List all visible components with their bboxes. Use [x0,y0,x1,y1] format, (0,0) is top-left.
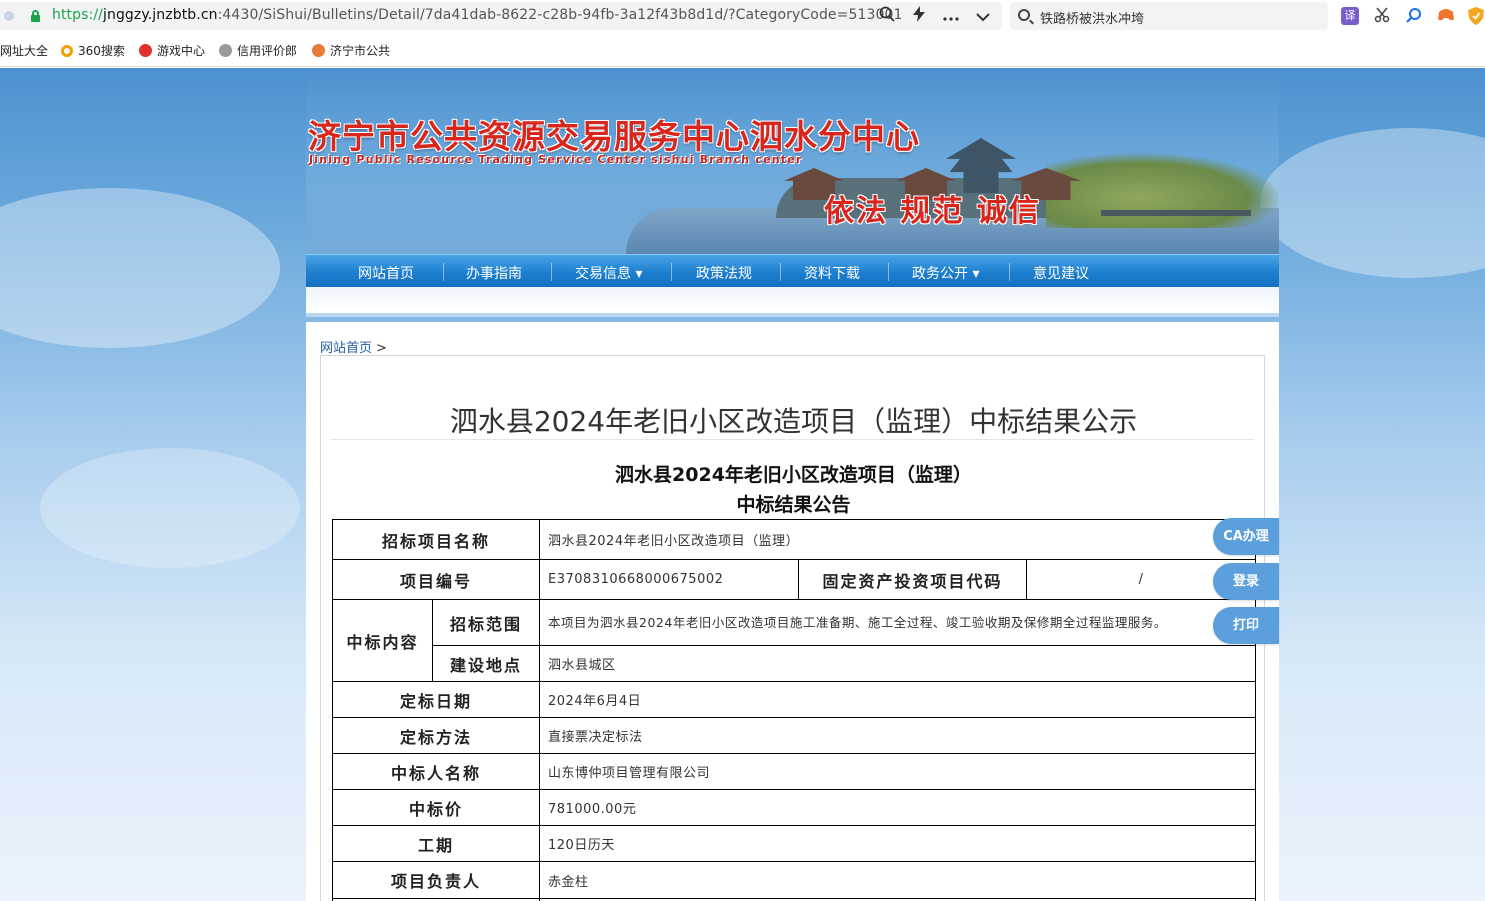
breadcrumb-separator: > [376,341,387,356]
manager-value: 赤金柱 [539,861,1257,899]
bookmark-item[interactable]: 游戏中心 [139,42,205,59]
lock-icon[interactable] [31,10,40,22]
project-name-value: 泗水县2024年老旧小区改造项目（监理） [539,519,1257,560]
address-bar[interactable]: https://jnggzy.jnzbtb.cn:4430/SiShui/Bul… [0,2,1002,30]
table-row: 中标人名称 山东博仲项目管理有限公司 [331,753,1257,790]
project-name-label: 招标项目名称 [331,519,541,560]
login-button[interactable]: 登录 [1213,563,1279,600]
bookmark-item[interactable]: 网址大全 [0,42,48,59]
project-no-label: 项目编号 [331,559,541,600]
chevron-down-icon[interactable] [972,6,994,28]
site-banner: 济宁市公共资源交易服务中心泗水分中心 Jining Public Resourc… [306,68,1279,254]
trees-graphic [1046,153,1279,228]
globe-icon [219,44,232,57]
search-text: 铁路桥被洪水冲垮 [1040,12,1145,27]
page-info-icon[interactable] [4,11,14,21]
table-row: 招标项目名称 泗水县2024年老旧小区改造项目（监理） [331,519,1257,560]
article-frame: 泗水县2024年老旧小区改造项目（监理）中标结果公示 泗水县2024年老旧小区改… [320,355,1265,901]
scope-value: 本项目为泗水县2024年老旧小区改造项目施工准备期、施工全过程、竣工验收期及保修… [539,599,1257,646]
project-no-value: E3708310668000675002 [539,559,800,600]
table-row: 项目编号 E3708310668000675002 固定资产投资项目代码 / [331,559,1257,600]
winner-label: 中标人名称 [331,753,541,790]
browser-toolbar: https://jnggzy.jnzbtb.cn:4430/SiShui/Bul… [0,0,1485,33]
zoom-search-icon[interactable] [876,6,898,28]
page-title: 泗水县2024年老旧小区改造项目（监理）中标结果公示 [449,405,1138,438]
sub-nav-bar [306,287,1279,317]
game-center-icon [139,44,152,57]
winner-value: 山东博仲项目管理有限公司 [539,753,1257,790]
notice-heading-line1: 泗水县2024年老旧小区改造项目（监理） [615,464,972,486]
table-row: 建设地点 泗水县城区 [333,645,1257,682]
table-row: 工期 120日历天 [331,825,1257,862]
period-value: 120日历天 [539,825,1257,862]
background-cloud [1260,128,1485,278]
site-subtitle: Jining Public Resource Trading Service C… [309,153,803,166]
site-label: 建设地点 [431,645,541,682]
fixed-asset-label: 固定资产投资项目代码 [798,559,1028,600]
scope-label: 招标范围 [431,599,541,646]
manager-label: 项目负责人 [331,861,541,899]
main-nav: 网站首页 办事指南 交易信息 ▾ 政策法规 资料下载 政务公开 ▾ 意见建议 [306,254,1279,287]
breadcrumb-home[interactable]: 网站首页 [320,341,372,356]
price-value: 781000.00元 [539,789,1257,826]
site-favicon-icon [312,44,325,57]
site-title: 济宁市公共资源交易服务中心泗水分中心 [308,117,920,156]
nav-downloads[interactable]: 资料下载 [804,263,860,283]
title-divider [331,439,1254,440]
nav-home[interactable]: 网站首页 [358,263,414,283]
date-label: 定标日期 [331,681,541,718]
price-label: 中标价 [331,789,541,826]
method-value: 直接票决定标法 [539,717,1257,754]
bookmark-item[interactable]: 信用评价郎 [219,42,297,59]
url-host: jnggzy.jnzbtb.cn [102,7,218,23]
table-row: 中标价 781000.00元 [331,789,1257,826]
table-row: 项目负责人 赤金柱 [331,861,1257,899]
content-label: 中标内容 [332,599,433,682]
lightning-icon[interactable] [908,6,930,28]
browser-search-input[interactable]: 铁路桥被洪水冲垮 [1010,2,1328,30]
site-slogan: 依法 规范 诚信 [824,194,1041,229]
table-row: 定标日期 2024年6月4日 [331,681,1257,718]
notice-heading-line2: 中标结果公告 [736,494,851,516]
web-page: 济宁市公共资源交易服务中心泗水分中心 Jining Public Resourc… [0,68,1485,901]
nav-trade-info[interactable]: 交易信息 ▾ [575,263,642,283]
ca-service-button[interactable]: CA办理 [1213,518,1279,555]
translate-icon[interactable]: 译 [1341,7,1359,25]
table-row: 定标方法 直接票决定标法 [331,717,1257,754]
360-search-icon [61,45,73,57]
bridge-graphic [1101,210,1251,216]
site-value: 泗水县城区 [539,645,1257,682]
url-text[interactable]: https://jnggzy.jnzbtb.cn:4430/SiShui/Bul… [52,7,903,23]
method-label: 定标方法 [331,717,541,754]
table-row: 中标内容 招标范围 本项目为泗水县2024年老旧小区改造项目施工准备期、施工全过… [332,599,1257,682]
magnifier-icon[interactable] [1405,7,1423,25]
print-button[interactable]: 打印 [1213,607,1279,644]
url-scheme: https:// [52,7,103,23]
shield-icon[interactable] [1467,7,1485,25]
period-label: 工期 [331,825,541,862]
nav-policy[interactable]: 政策法规 [696,263,752,283]
award-info-table: 招标项目名称 泗水县2024年老旧小区改造项目（监理） 项目编号 E370831… [331,519,1257,901]
nav-government[interactable]: 政务公开 ▾ [912,263,979,283]
search-icon [1018,9,1030,21]
bookmarks-bar: 网址大全 360搜索 游戏中心 信用评价郎 济宁市公共 [0,33,1485,67]
background-cloud [0,188,280,348]
scissors-icon[interactable] [1373,7,1391,25]
nav-feedback[interactable]: 意见建议 [1033,263,1089,283]
url-path: :4430/SiShui/Bulletins/Detail/7da41dab-8… [217,7,903,23]
content-panel: 网站首页 > 泗水县2024年老旧小区改造项目（监理）中标结果公示 泗水县2024… [306,322,1279,901]
breadcrumb: 网站首页 > [320,337,387,356]
date-value: 2024年6月4日 [539,681,1257,718]
bookmark-item[interactable]: 360搜索 [61,42,125,59]
more-icon[interactable] [940,6,962,28]
bookmark-item[interactable]: 济宁市公共 [312,42,390,59]
game-extension-icon[interactable] [1437,7,1455,25]
nav-guide[interactable]: 办事指南 [466,263,522,283]
background-cloud [40,448,300,568]
